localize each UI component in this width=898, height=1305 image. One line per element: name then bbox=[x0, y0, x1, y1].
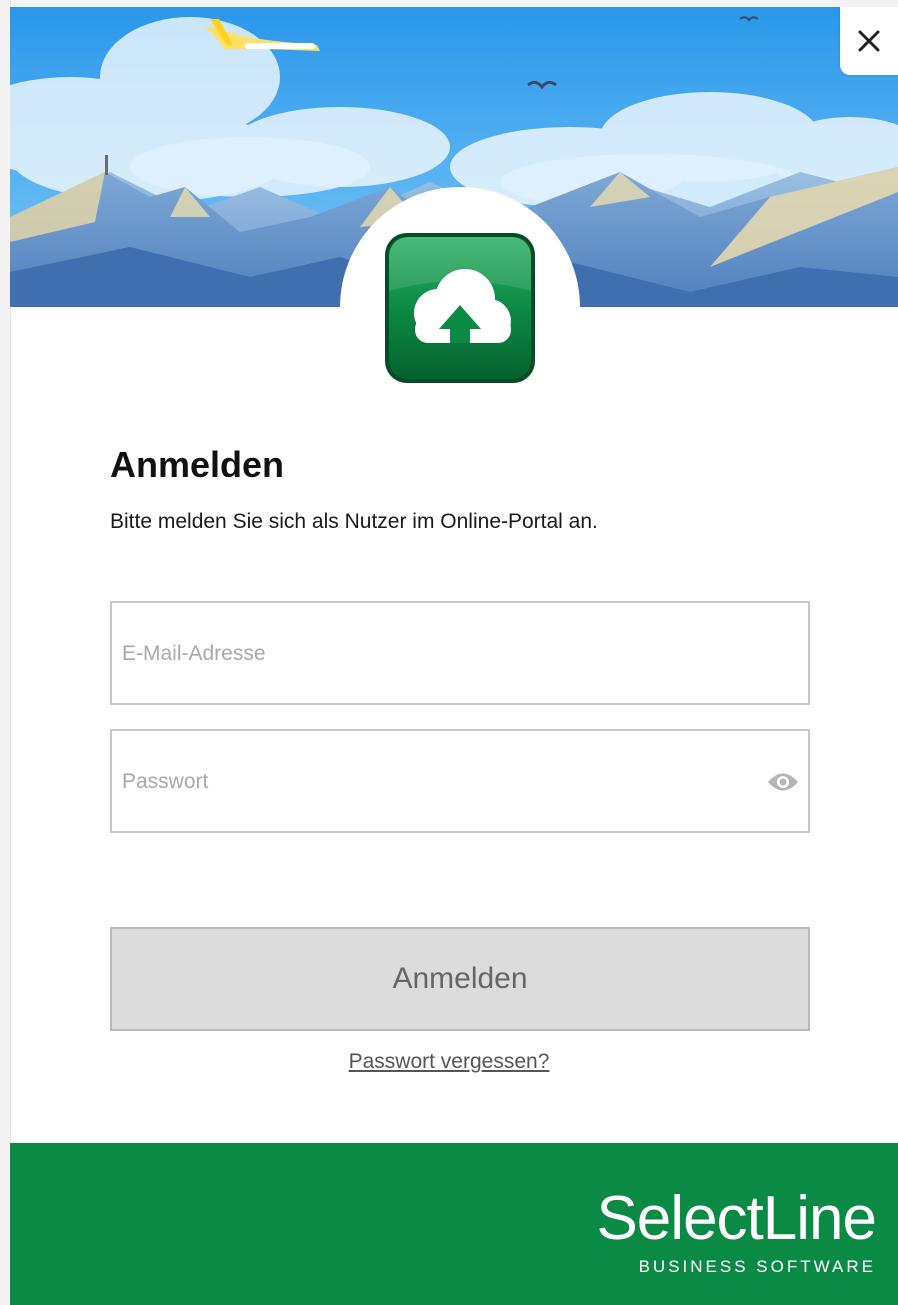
password-input[interactable] bbox=[120, 731, 764, 833]
email-field-container bbox=[110, 601, 810, 705]
brand-tagline: BUSINESS SOFTWARE bbox=[638, 1257, 876, 1276]
window-top-edge bbox=[0, 0, 898, 7]
show-password-toggle[interactable] bbox=[766, 765, 800, 799]
page-subtitle: Bitte melden Sie sich als Nutzer im Onli… bbox=[110, 510, 598, 533]
login-button[interactable]: Anmelden bbox=[110, 927, 810, 1031]
email-input[interactable] bbox=[120, 603, 764, 705]
footer-bar: SelectLine BUSINESS SOFTWARE bbox=[10, 1143, 898, 1305]
brand-logo: SelectLine BUSINESS SOFTWARE bbox=[596, 1184, 877, 1277]
eye-icon bbox=[768, 773, 798, 791]
close-button[interactable] bbox=[840, 7, 898, 75]
forgot-password-label[interactable]: Passwort vergessen? bbox=[349, 1050, 550, 1073]
page-title: Anmelden bbox=[110, 444, 285, 485]
login-dialog: Anmelden Bitte melden Sie sich als Nutze… bbox=[0, 0, 898, 1305]
close-icon bbox=[858, 30, 880, 52]
password-field-container bbox=[110, 729, 810, 833]
cloud-upload-icon bbox=[383, 231, 537, 385]
forgot-password-link[interactable]: Passwort vergessen? bbox=[0, 1050, 898, 1074]
brand-name: SelectLine bbox=[596, 1184, 877, 1253]
